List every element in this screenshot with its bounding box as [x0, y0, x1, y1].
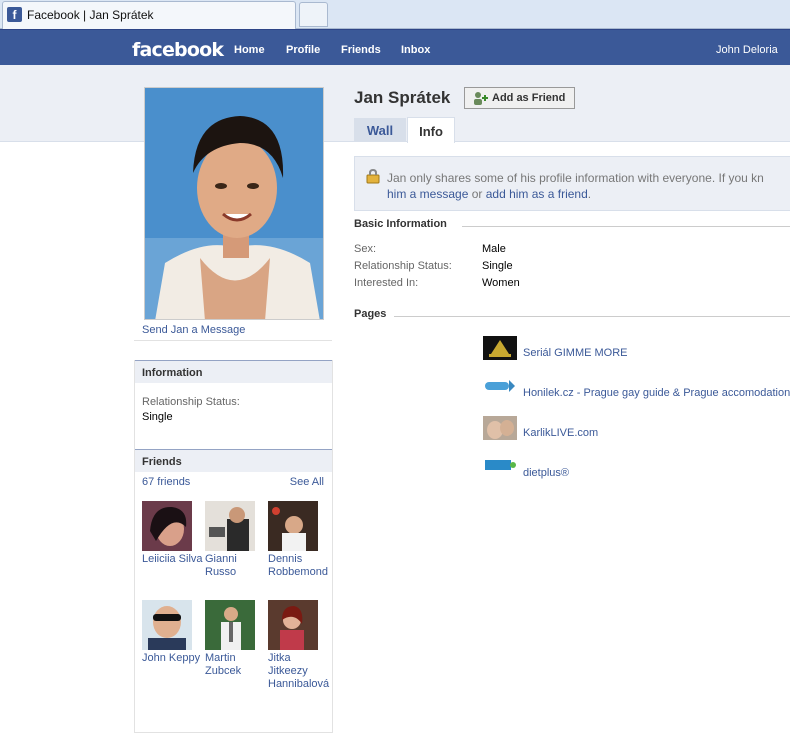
friend-name[interactable]: Martin Zubcek — [205, 652, 269, 678]
friend-item[interactable]: Martin Zubcek — [205, 600, 261, 678]
nav-friends[interactable]: Friends — [341, 44, 381, 56]
privacy-notice: Jan only shares some of his profile info… — [354, 156, 790, 211]
info-value-sex: Male — [482, 243, 506, 255]
new-tab-button[interactable] — [299, 2, 328, 27]
info-label-sex: Sex: — [354, 243, 377, 255]
gimme-more-logo-icon[interactable] — [483, 336, 517, 360]
friend-count-link[interactable]: 67 friends — [142, 476, 190, 488]
nav-home[interactable]: Home — [234, 44, 265, 56]
friend-item[interactable]: Dennis Robbemond — [268, 501, 328, 579]
add-him-as-friend-link[interactable]: add him as a friend — [486, 187, 588, 201]
friend-photo[interactable] — [268, 501, 318, 551]
send-him-message-link[interactable]: him a message — [387, 187, 468, 201]
info-label-interested-in: Interested In: — [354, 277, 419, 289]
divider — [462, 226, 790, 227]
top-navigation-bar: facebook Home Profile Friends Inbox John… — [0, 29, 790, 65]
nav-user-name[interactable]: John Deloria — [716, 44, 778, 56]
profile-photo[interactable] — [144, 87, 324, 320]
page-link[interactable]: KarlikLIVE.com — [523, 427, 598, 439]
friend-photo-image — [142, 600, 192, 650]
browser-tab-title: Facebook | Jan Sprátek — [27, 8, 154, 22]
friend-photo[interactable] — [205, 501, 255, 551]
friend-photo[interactable] — [268, 600, 318, 650]
page-link[interactable]: dietplus® — [523, 467, 569, 479]
divider — [394, 316, 790, 317]
lock-icon — [365, 168, 381, 187]
friends-box: Friends 67 friends See All Leiiciia Silv… — [134, 449, 333, 733]
friend-photo-image — [142, 501, 192, 551]
friend-photo-image — [268, 600, 318, 650]
friend-item[interactable]: Leiiciia Silva — [142, 501, 203, 566]
page-link[interactable]: Honilek.cz - Prague gay guide & Prague a… — [523, 387, 790, 399]
info-value-interested-in: Women — [482, 277, 520, 289]
nav-inbox[interactable]: Inbox — [401, 44, 430, 56]
friend-name[interactable]: Leiiciia Silva — [142, 553, 206, 566]
tab-info[interactable]: Info — [407, 117, 455, 143]
facebook-logo[interactable]: facebook — [132, 39, 224, 61]
browser-tab[interactable]: f Facebook | Jan Sprátek — [2, 1, 296, 29]
add-friend-icon — [472, 91, 488, 108]
info-value-relationship: Single — [482, 260, 513, 272]
friend-photo[interactable] — [142, 501, 192, 551]
friend-name[interactable]: John Keppy — [142, 652, 206, 665]
info-label-relationship: Relationship Status: — [354, 260, 452, 272]
tab-wall[interactable]: Wall — [354, 118, 406, 142]
friend-name[interactable]: Jitka Jitkeezy Hannibalová — [268, 652, 332, 691]
send-message-link[interactable]: Send Jan a Message — [142, 324, 245, 336]
see-all-friends-link[interactable]: See All — [290, 476, 324, 488]
pages-heading: Pages — [354, 308, 387, 320]
facebook-favicon-icon: f — [7, 7, 22, 22]
profile-photo-image — [145, 88, 323, 319]
page-link[interactable]: Seriál GIMME MORE — [523, 347, 628, 359]
friend-name[interactable]: Gianni Russo — [205, 553, 269, 579]
karliklive-photo-icon[interactable] — [483, 416, 517, 440]
information-box: Information Relationship Status: Single — [134, 360, 333, 450]
honilek-logo-icon[interactable] — [483, 376, 517, 400]
information-box-title: Information — [135, 360, 332, 383]
information-value: Single — [142, 411, 173, 423]
notice-or-text: or — [468, 187, 486, 201]
dietplus-logo-icon[interactable] — [483, 456, 517, 480]
friend-photo-image — [268, 501, 318, 551]
nav-profile[interactable]: Profile — [286, 44, 320, 56]
friend-photo-image — [205, 501, 255, 551]
add-as-friend-label: Add as Friend — [492, 92, 566, 104]
friend-item[interactable]: Jitka Jitkeezy Hannibalová — [268, 600, 329, 691]
friend-name[interactable]: Dennis Robbemond — [268, 553, 332, 579]
basic-information-heading: Basic Information — [354, 218, 447, 230]
friend-photo[interactable] — [142, 600, 192, 650]
privacy-notice-text: Jan only shares some of his profile info… — [387, 171, 764, 185]
friend-item[interactable]: John Keppy — [142, 600, 200, 665]
browser-tab-strip: f Facebook | Jan Sprátek — [0, 0, 790, 29]
friend-item[interactable]: Gianni Russo — [205, 501, 261, 579]
profile-name: Jan Sprátek — [354, 88, 451, 107]
friends-box-title: Friends — [135, 449, 332, 472]
friend-photo-image — [205, 600, 255, 650]
privacy-notice-actions: him a message or add him as a friend. — [387, 187, 591, 201]
information-label: Relationship Status: — [142, 396, 240, 408]
notice-period: . — [587, 187, 592, 201]
friend-photo[interactable] — [205, 600, 255, 650]
add-as-friend-button[interactable]: Add as Friend — [464, 87, 575, 109]
divider — [134, 340, 332, 341]
